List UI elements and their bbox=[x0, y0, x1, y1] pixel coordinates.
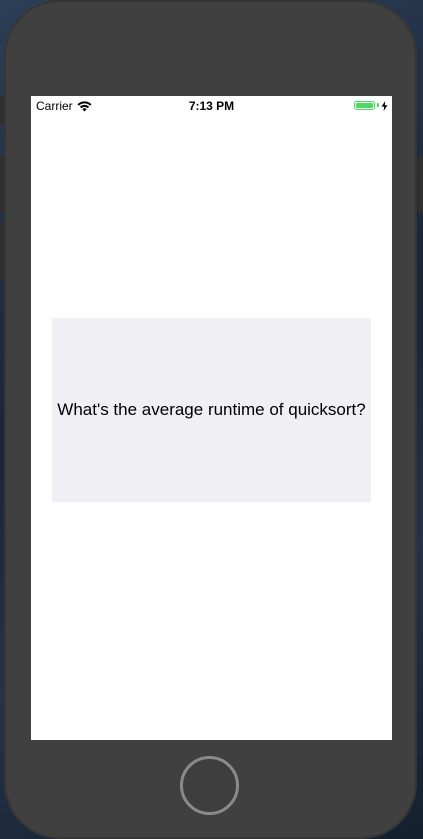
battery-indicator bbox=[354, 100, 388, 111]
flashcard-question: What's the average runtime of quicksort? bbox=[57, 400, 366, 419]
battery-level-fill bbox=[356, 102, 373, 108]
app-screen: Carrier 7:13 PM What's the average runti… bbox=[31, 96, 392, 740]
battery-icon bbox=[354, 100, 375, 110]
power-button bbox=[418, 155, 423, 213]
status-bar: Carrier 7:13 PM bbox=[31, 96, 392, 116]
battery-tip bbox=[377, 103, 379, 107]
status-time: 7:13 PM bbox=[188, 99, 235, 113]
flashcard[interactable]: What's the average runtime of quicksort? bbox=[52, 318, 371, 502]
home-button[interactable] bbox=[180, 756, 239, 815]
charging-bolt-icon bbox=[381, 100, 388, 111]
